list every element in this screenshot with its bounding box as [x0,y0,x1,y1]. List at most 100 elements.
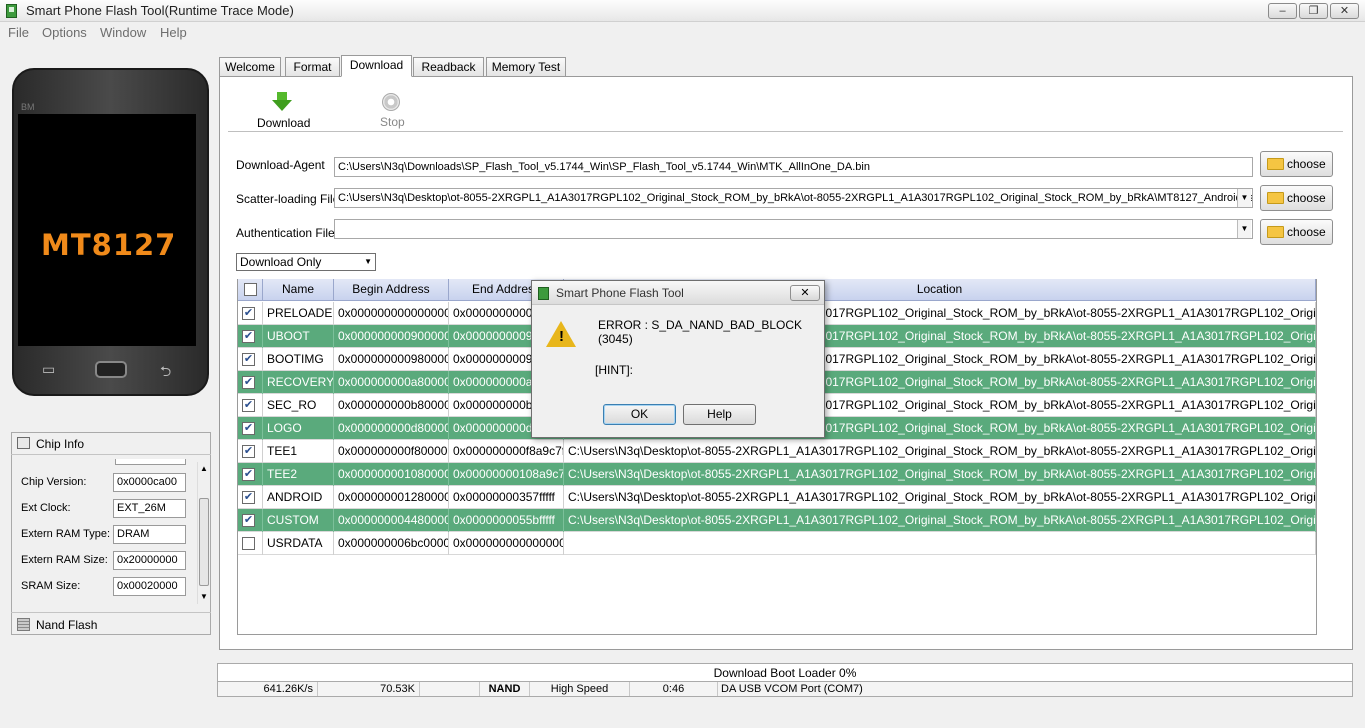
row-checkbox[interactable]: ✔ [242,422,255,435]
row-checkbox[interactable]: ✔ [242,491,255,504]
row-checkbox[interactable]: ✔ [242,353,255,366]
stop-icon [382,93,400,111]
cell-checkbox: ✔ [238,325,263,348]
folder-icon [1267,158,1284,170]
back-key-icon: ⮌ [160,363,172,379]
chip-model-label: MT8127 [41,228,177,262]
choose-label: choose [1287,157,1326,171]
cell-begin-address: 0x0000000000000000 [334,302,449,325]
cell-begin-address: 0x0000000009000000 [334,325,449,348]
cell-begin-address: 0x0000000009800000 [334,348,449,371]
download-arrow-stem [277,92,287,100]
dialog-close-button[interactable]: ✕ [790,285,820,301]
folder-icon [1267,192,1284,204]
table-row[interactable]: ✔ CUSTOM 0x0000000044800000 0x0000000055bff… [238,509,1316,532]
ext-clock-label: Ext Clock: [21,502,71,514]
stop-button[interactable]: Stop [368,88,414,132]
ram-size-label: Extern RAM Size: [21,554,108,566]
cell-checkbox: ✔ [238,348,263,371]
choose-auth-button[interactable]: choose [1260,219,1333,245]
cell-end-address: 0x0000000055bfffff [449,509,564,532]
download-agent-field[interactable]: C:\Users\N3q\Downloads\SP_Flash_Tool_v5.… [334,157,1253,177]
maximize-button[interactable]: ❐ [1299,3,1328,19]
choose-scatter-button[interactable]: choose [1260,185,1333,211]
nand-icon [17,618,30,631]
progress-bar: Download Boot Loader 0% [217,663,1353,682]
scroll-thumb[interactable] [199,498,209,586]
chip-icon [17,437,30,449]
select-all-checkbox[interactable] [244,283,257,296]
close-button[interactable]: ✕ [1330,3,1359,19]
menu-key-icon: ▭ [42,361,56,377]
row-checkbox[interactable]: ✔ [242,399,255,412]
row-checkbox[interactable]: ✔ [242,468,255,481]
status-storage-type: NAND [480,682,530,696]
tab-memory-test[interactable]: Memory Test [486,57,566,76]
header-select-all[interactable] [238,279,263,301]
choose-da-button[interactable]: choose [1260,151,1333,177]
row-checkbox[interactable]: ✔ [242,307,255,320]
download-mode-select[interactable]: Download Only ▼ [236,253,376,271]
cell-begin-address: 0x0000000010800000 [334,463,449,486]
row-checkbox[interactable]: ✔ [242,514,255,527]
choose-label: choose [1287,191,1326,205]
clipped-field [115,459,186,465]
chip-info-header[interactable]: Chip Info [11,432,211,455]
chip-info-scrollbar[interactable]: ▲ ▼ [197,462,210,604]
download-agent-label: Download-Agent [236,158,325,172]
cell-location: C:\Users\N3q\Desktop\ot-8055-2XRGPL1_A1A… [564,440,1316,463]
menu-window[interactable]: Window [100,25,146,40]
download-icon [272,100,292,111]
row-checkbox[interactable]: ✔ [242,376,255,389]
menu-file[interactable]: File [8,25,29,40]
ok-button[interactable]: OK [603,404,676,425]
auth-file-label: Authentication File [236,226,335,240]
cell-location [564,532,1316,555]
row-checkbox[interactable]: ✔ [242,330,255,343]
nand-flash-header[interactable]: Nand Flash [11,612,211,635]
cell-location: C:\Users\N3q\Desktop\ot-8055-2XRGPL1_A1A… [564,463,1316,486]
auth-file-field[interactable] [334,219,1253,239]
tab-format[interactable]: Format [285,57,340,76]
table-row[interactable]: ✔ TEE1 0x000000000f800000 0x000000000f8a9c7… [238,440,1316,463]
scatter-dropdown-icon[interactable]: ▼ [1237,189,1251,207]
header-begin-address[interactable]: Begin Address [334,279,449,301]
cell-end-address: 0x000000000f8a9c7f [449,440,564,463]
download-button[interactable]: Download [250,88,312,132]
hint-text: [HINT]: [595,363,633,377]
table-row[interactable]: ✔ TEE2 0x0000000010800000 0x00000000108a9c7… [238,463,1316,486]
cell-begin-address: 0x000000000b800000 [334,394,449,417]
tab-welcome[interactable]: Welcome [219,57,281,76]
cell-checkbox [238,532,263,555]
cell-checkbox: ✔ [238,302,263,325]
cell-name: ANDROID [263,486,334,509]
table-row[interactable]: ✔ ANDROID 0x0000000012800000 0x00000000357f… [238,486,1316,509]
cell-begin-address: 0x0000000012800000 [334,486,449,509]
chip-version-label: Chip Version: [21,476,87,488]
row-checkbox[interactable]: ✔ [242,445,255,458]
help-button[interactable]: Help [683,404,756,425]
scroll-down-icon[interactable]: ▼ [200,592,208,601]
cell-name: RECOVERY [263,371,334,394]
cell-begin-address: 0x000000000d800000 [334,417,449,440]
row-checkbox[interactable] [242,537,255,550]
scatter-file-label: Scatter-loading File [236,192,340,206]
scroll-up-icon[interactable]: ▲ [200,464,208,473]
nand-flash-title: Nand Flash [36,618,98,632]
minimize-button[interactable]: ‒ [1268,3,1297,19]
status-speed: 641.26K/s [218,682,318,696]
menu-help[interactable]: Help [160,25,187,40]
ext-clock-value: EXT_26M [113,499,186,518]
status-bar: 641.26K/s 70.53K NAND High Speed 0:46 DA… [217,682,1353,697]
dialog-app-icon [538,287,549,300]
auth-dropdown-icon[interactable]: ▼ [1237,220,1251,238]
scatter-file-field[interactable]: C:\Users\N3q\Desktop\ot-8055-2XRGPL1_A1A… [334,188,1253,208]
table-row[interactable]: USRDATA 0x000000006bc00000 0x0000000000000… [238,532,1316,555]
cell-name: USRDATA [263,532,334,555]
stop-label: Stop [380,115,405,129]
tab-readback[interactable]: Readback [413,57,484,76]
download-mode-value: Download Only [240,255,322,269]
tab-download[interactable]: Download [341,55,412,77]
menu-options[interactable]: Options [42,25,87,40]
header-name[interactable]: Name [263,279,334,301]
